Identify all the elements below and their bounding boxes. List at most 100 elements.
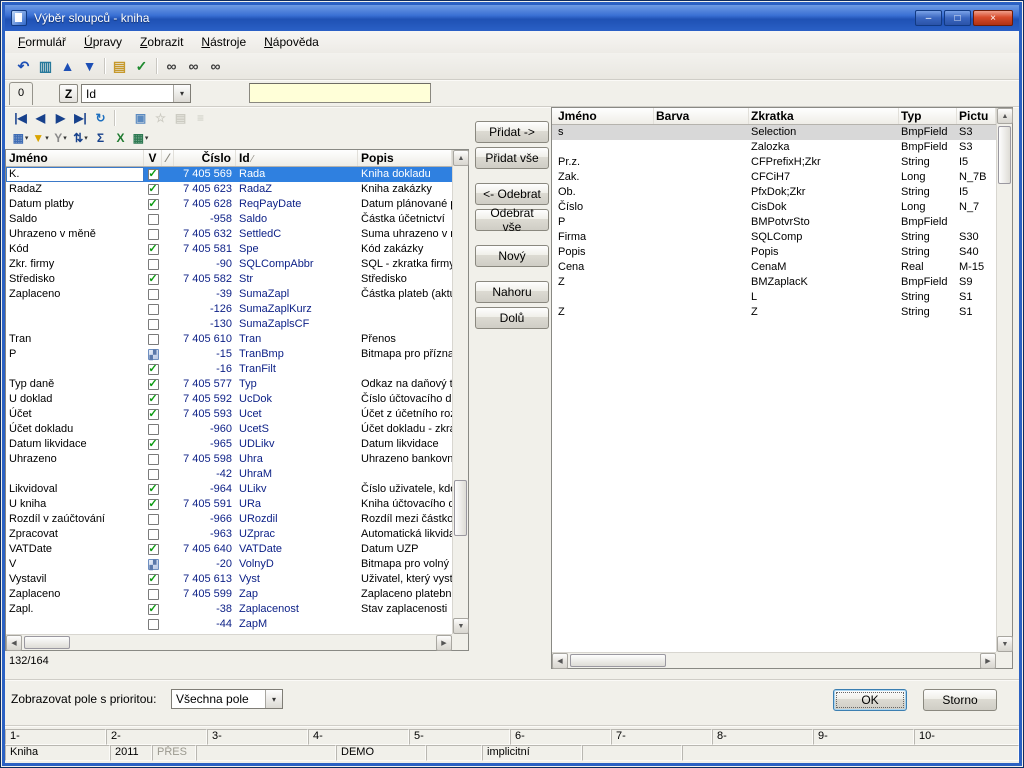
column-header-zkratka[interactable]: Zkratka (749, 108, 899, 124)
cancel-button[interactable]: Storno (923, 689, 997, 711)
print-grid-icon[interactable]: ▤ ▾ (171, 109, 190, 127)
scroll-down-icon[interactable]: ▼ (453, 618, 469, 634)
ok-button[interactable]: OK (833, 689, 907, 711)
visibility-checkbox[interactable] (144, 542, 162, 557)
table-row[interactable]: Saldo -958 Saldo Částka účetnictví (6, 212, 452, 227)
bookmark-icon[interactable]: ☆ ▾ (151, 109, 170, 127)
column-header-pictu[interactable]: Pictu (957, 108, 996, 124)
visibility-checkbox[interactable] (144, 317, 162, 332)
column-header-typ[interactable]: Typ (899, 108, 957, 124)
z-toggle-button[interactable]: Z (59, 84, 78, 103)
scroll-up-icon[interactable]: ▲ (453, 150, 469, 166)
table-row[interactable]: Kód 7 405 581 Spe Kód zakázky (6, 242, 452, 257)
table-row[interactable]: Firma SQLComp String S30 (552, 230, 996, 245)
move-up-icon[interactable]: ▲ ▾ (57, 56, 78, 76)
table-row[interactable]: Zaplaceno 7 405 599 Zap Zaplaceno plateb… (6, 587, 452, 602)
table-row[interactable]: U doklad 7 405 592 UcDok Číslo účtovacíh… (6, 392, 452, 407)
move-down-button[interactable]: Dolů (475, 307, 549, 329)
table-row[interactable]: -44 ZapM (6, 617, 452, 632)
table-row[interactable]: Středisko 7 405 582 Str Středisko (6, 272, 452, 287)
search-next-icon[interactable]: ∞ ▾ (183, 56, 204, 76)
toolbar-icon[interactable]: ▾ (101, 57, 108, 75)
table-row[interactable]: -130 SumaZaplsCF (6, 317, 452, 332)
table-row[interactable]: P -15 TranBmp Bitmapa pro příznaky přeno… (6, 347, 452, 362)
table-row[interactable]: Datum platby 7 405 628 ReqPayDate Datum … (6, 197, 452, 212)
visibility-checkbox[interactable] (144, 182, 162, 197)
visibility-checkbox[interactable] (144, 497, 162, 512)
column-header-id[interactable]: Id⁄ (236, 150, 358, 166)
visibility-checkbox[interactable] (144, 437, 162, 452)
next-record-icon[interactable]: ▶ ▾ (51, 109, 70, 127)
move-up-button[interactable]: Nahoru (475, 281, 549, 303)
last-record-icon[interactable]: ▶| ▾ (71, 109, 90, 127)
table-row[interactable]: L String S1 (552, 290, 996, 305)
table-row[interactable]: s Selection BmpField S3 (552, 125, 996, 140)
visibility-checkbox[interactable] (144, 572, 162, 587)
table-row[interactable]: RadaZ 7 405 623 RadaZ Kniha zakázky (6, 182, 452, 197)
table-row[interactable]: Z Z String S1 (552, 305, 996, 320)
titlebar[interactable]: Výběr sloupců - kniha – □ × (5, 5, 1019, 31)
scroll-up-icon[interactable]: ▲ (997, 108, 1013, 124)
menu-item[interactable]: Nástroje (192, 32, 255, 52)
table-row[interactable]: Číslo CisDok Long N_7 (552, 200, 996, 215)
excel-export-icon[interactable]: X ▾ (111, 129, 130, 147)
visibility-checkbox[interactable] (144, 212, 162, 227)
table-row[interactable]: Uhrazeno 7 405 598 Uhra Uhrazeno bankovn… (6, 452, 452, 467)
new-button[interactable]: Nový (475, 245, 549, 267)
filter-custom-icon[interactable]: Y ▾ (51, 129, 70, 147)
scroll-right-icon[interactable]: ▶ (980, 653, 996, 669)
table-row[interactable]: Účet 7 405 593 Ucet Účet z účetního rozv… (6, 407, 452, 422)
table-row[interactable]: Typ daně 7 405 577 Typ Odkaz na daňový t… (6, 377, 452, 392)
grid-toolbar-icon[interactable]: ▾ (111, 109, 130, 127)
visibility-checkbox[interactable] (144, 557, 162, 572)
refresh-icon[interactable]: ↻ ▾ (91, 109, 110, 127)
visibility-checkbox[interactable] (144, 287, 162, 302)
scroll-thumb[interactable] (570, 654, 666, 667)
scroll-thumb[interactable] (998, 126, 1011, 184)
grid-settings-icon[interactable]: ▦ ▾ (11, 129, 30, 147)
visibility-checkbox[interactable] (144, 302, 162, 317)
priority-dropdown[interactable]: Všechna pole ▾ (171, 689, 283, 709)
undo-icon[interactable]: ↶ ▾ (13, 56, 34, 76)
visibility-checkbox[interactable] (144, 377, 162, 392)
scroll-down-icon[interactable]: ▼ (997, 636, 1013, 652)
apply-check-icon[interactable]: ✓ ▾ (131, 56, 152, 76)
table-view-icon[interactable]: ▦ ▾ (131, 129, 150, 147)
table-row[interactable]: Zaplaceno -39 SumaZapl Částka plateb (ak… (6, 287, 452, 302)
right-grid-hscrollbar[interactable]: ◀ ▶ (552, 652, 996, 668)
scroll-right-icon[interactable]: ▶ (436, 635, 452, 651)
prior-record-icon[interactable]: ◀ ▾ (31, 109, 50, 127)
visibility-checkbox[interactable] (144, 227, 162, 242)
table-row[interactable]: -126 SumaZaplKurz (6, 302, 452, 317)
snapshot-icon[interactable]: ▣ ▾ (131, 109, 150, 127)
table-row[interactable]: U kniha 7 405 591 URa Kniha účtovacího d… (6, 497, 452, 512)
table-row[interactable]: Likvidoval -964 ULikv Číslo uživatele, k… (6, 482, 452, 497)
column-header-barva[interactable]: Barva (654, 108, 749, 124)
folder-transfer-icon[interactable]: ▤ ▾ (109, 56, 130, 76)
maximize-button[interactable]: □ (944, 10, 971, 26)
table-row[interactable]: K. 7 405 569 Rada Kniha dokladu (6, 167, 452, 182)
tab-0[interactable]: 0 (9, 82, 33, 105)
add-button[interactable]: Přidat -> (475, 121, 549, 143)
notebook-icon[interactable]: ▥ ▾ (35, 56, 56, 76)
visibility-checkbox[interactable] (144, 392, 162, 407)
table-row[interactable]: VATDate 7 405 640 VATDate Datum UZP (6, 542, 452, 557)
visibility-checkbox[interactable] (144, 167, 162, 182)
remove-all-button[interactable]: Odebrat vše (475, 209, 549, 231)
visibility-checkbox[interactable] (144, 257, 162, 272)
column-header-jmeno[interactable]: Jméno (6, 150, 144, 166)
scroll-thumb[interactable] (454, 480, 467, 536)
table-row[interactable]: Uhrazeno v měně 7 405 632 SettledC Suma … (6, 227, 452, 242)
visibility-checkbox[interactable] (144, 512, 162, 527)
scroll-left-icon[interactable]: ◀ (6, 635, 22, 651)
field-dropdown[interactable]: Id ▾ (81, 84, 191, 103)
menu-item[interactable]: Úpravy (75, 32, 131, 52)
sum-icon[interactable]: Σ ▾ (91, 129, 110, 147)
table-row[interactable]: Datum likvidace -965 UDLikv Datum likvid… (6, 437, 452, 452)
table-row[interactable]: Pr.z. CFPrefixH;Zkr String I5 (552, 155, 996, 170)
lock-icon[interactable]: ≡ ▾ (191, 109, 210, 127)
first-record-icon[interactable]: |◀ ▾ (11, 109, 30, 127)
add-all-button[interactable]: Přidat vše (475, 147, 549, 169)
visibility-checkbox[interactable] (144, 467, 162, 482)
table-row[interactable]: Tran 7 405 610 Tran Přenos (6, 332, 452, 347)
